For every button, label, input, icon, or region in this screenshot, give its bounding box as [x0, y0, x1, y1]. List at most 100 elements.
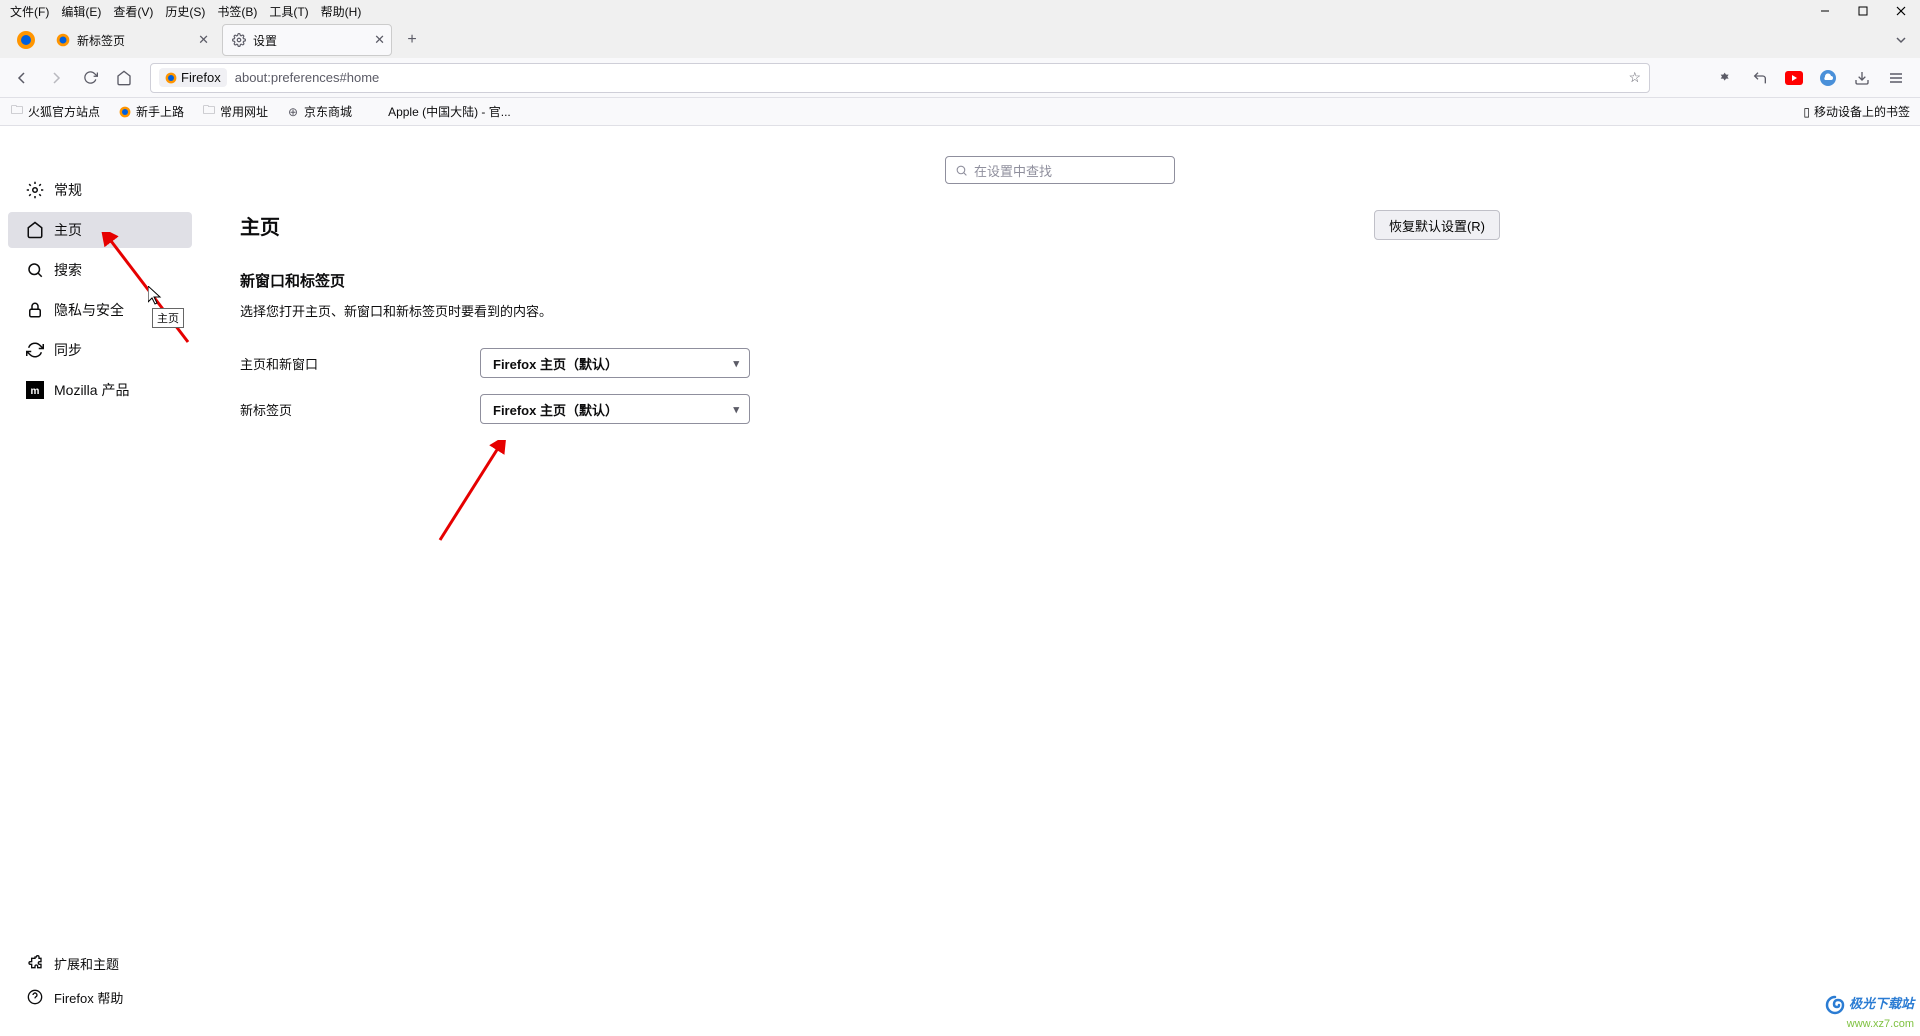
bookmark-label: Apple (中国大陆) - 官... — [388, 103, 511, 120]
undo-icon[interactable] — [1750, 68, 1770, 88]
close-icon[interactable]: ✕ — [198, 32, 209, 48]
section-description: 选择您打开主页、新窗口和新标签页时要看到的内容。 — [240, 301, 1880, 320]
gear-icon — [26, 181, 44, 199]
close-icon[interactable]: ✕ — [374, 32, 385, 48]
new-tab-button[interactable]: + — [398, 26, 426, 54]
sidebar-label: 扩展和主题 — [54, 954, 119, 973]
identity-label: Firefox — [181, 70, 221, 85]
close-button[interactable] — [1882, 0, 1920, 22]
bookmark-item[interactable]: ⊕ 京东商城 — [286, 103, 352, 120]
chevron-down-icon: ▾ — [733, 357, 739, 370]
forward-button[interactable] — [42, 64, 70, 92]
search-icon — [954, 163, 968, 177]
mobile-icon: ▯ — [1803, 105, 1810, 119]
sidebar-item-extensions[interactable]: 扩展和主题 — [8, 948, 192, 978]
watermark-title: 极光下载站 — [1849, 996, 1914, 1011]
menu-view[interactable]: 查看(V) — [107, 1, 159, 22]
bookmark-label: 常用网址 — [220, 103, 268, 120]
tab-title: 设置 — [253, 32, 277, 49]
sidebar-label: 常规 — [54, 180, 82, 200]
tab-title: 新标签页 — [77, 32, 125, 49]
menu-icon[interactable] — [1886, 68, 1906, 88]
firefox-icon — [55, 32, 71, 48]
dropdown-value: Firefox 主页（默认） — [493, 400, 618, 419]
restore-defaults-button[interactable]: 恢复默认设置(R) — [1374, 210, 1500, 240]
bookmark-star-icon[interactable]: ☆ — [1628, 69, 1641, 86]
homepage-label: 主页和新窗口 — [240, 354, 480, 373]
bookmarks-toolbar: 🗀火狐官方站点 新手上路 🗀 常用网址 ⊕ 京东商城 Apple (中国大陆) - … — [0, 98, 1920, 126]
gear-icon — [231, 32, 247, 48]
newtab-dropdown[interactable]: Firefox 主页（默认）▾ — [480, 394, 750, 424]
watermark-url: www.xz7.com — [1847, 1018, 1914, 1030]
help-icon — [26, 988, 44, 1006]
bookmark-item[interactable]: Apple (中国大陆) - 官... — [370, 103, 511, 120]
window-controls — [1806, 0, 1920, 22]
mobile-bookmarks[interactable]: ▯移动设备上的书签 — [1803, 103, 1910, 120]
firefox-logo-icon[interactable] — [14, 28, 38, 52]
sidebar-item-help[interactable]: Firefox 帮助 — [8, 982, 192, 1012]
content: 常规 主页 搜索 隐私与安全 同步 m Mozilla 产品 扩展和主题 Fire… — [0, 126, 1920, 1036]
homepage-dropdown[interactable]: Firefox 主页（默认） ▾ — [480, 348, 750, 378]
firefox-icon — [118, 105, 132, 119]
folder-icon: 🗀 — [202, 105, 216, 119]
bookmark-item[interactable]: 🗀火狐官方站点 — [10, 103, 100, 120]
tabbar: 新标签页 ✕ 设置 ✕ + — [0, 22, 1920, 58]
dropdown-value: Firefox 主页（默认） — [493, 354, 618, 373]
sidebar-item-sync[interactable]: 同步 — [8, 332, 192, 368]
sidebar-item-mozilla[interactable]: m Mozilla 产品 — [8, 372, 192, 408]
swirl-icon — [1825, 995, 1845, 1015]
sidebar-label: 主页 — [54, 220, 82, 240]
sidebar-item-home[interactable]: 主页 — [8, 212, 192, 248]
tab-settings[interactable]: 设置 ✕ — [222, 24, 392, 56]
navbar: Firefox about:preferences#home ☆ — [0, 58, 1920, 98]
sidebar-item-search[interactable]: 搜索 — [8, 252, 192, 288]
tooltip: 主页 — [152, 308, 184, 328]
lock-icon — [26, 301, 44, 319]
sidebar-label: Mozilla 产品 — [54, 380, 129, 400]
globe-icon: ⊕ — [286, 105, 300, 119]
save-icon[interactable] — [1852, 68, 1872, 88]
bookmark-label: 京东商城 — [304, 103, 352, 120]
menu-help[interactable]: 帮助(H) — [315, 1, 368, 22]
home-button[interactable] — [110, 64, 138, 92]
mozilla-icon: m — [26, 381, 44, 399]
bookmark-item[interactable]: 新手上路 — [118, 103, 184, 120]
page-title: 主页 — [240, 211, 280, 240]
sidebar-item-general[interactable]: 常规 — [8, 172, 192, 208]
menu-history[interactable]: 历史(S) — [159, 1, 211, 22]
urlbar[interactable]: Firefox about:preferences#home ☆ — [150, 63, 1650, 93]
identity-box[interactable]: Firefox — [159, 68, 227, 87]
back-button[interactable] — [8, 64, 36, 92]
menu-file[interactable]: 文件(F) — [4, 1, 55, 22]
menu-bookmarks[interactable]: 书签(B) — [211, 1, 263, 22]
settings-search-input[interactable]: 在设置中查找 — [945, 156, 1175, 184]
main: 在设置中查找 主页 恢复默认设置(R) 新窗口和标签页 选择您打开主页、新窗口和… — [200, 126, 1920, 1036]
search-icon — [26, 261, 44, 279]
extension-icon[interactable] — [1716, 68, 1736, 88]
sidebar-label: 同步 — [54, 340, 82, 360]
puzzle-icon — [26, 954, 44, 972]
bookmark-item[interactable]: 🗀 常用网址 — [202, 103, 268, 120]
url-text: about:preferences#home — [235, 70, 380, 85]
sidebar-label: Firefox 帮助 — [54, 988, 123, 1007]
toolbar-right — [1716, 68, 1912, 88]
minimize-button[interactable] — [1806, 0, 1844, 22]
youtube-icon[interactable] — [1784, 68, 1804, 88]
menu-edit[interactable]: 编辑(E) — [55, 1, 107, 22]
maximize-button[interactable] — [1844, 0, 1882, 22]
sidebar-label: 搜索 — [54, 260, 82, 280]
home-icon — [26, 221, 44, 239]
sidebar-label: 隐私与安全 — [54, 300, 124, 320]
reload-button[interactable] — [76, 64, 104, 92]
search-placeholder: 在设置中查找 — [974, 161, 1052, 180]
watermark: 极光下载站 www.xz7.com — [1825, 993, 1914, 1030]
all-tabs-button[interactable] — [1894, 33, 1908, 47]
apple-icon — [370, 105, 384, 119]
tab-newtab[interactable]: 新标签页 ✕ — [46, 24, 216, 56]
sidebar-footer: 扩展和主题 Firefox 帮助 — [0, 948, 200, 1016]
cloud-icon[interactable] — [1818, 68, 1838, 88]
menu-tools[interactable]: 工具(T) — [263, 1, 314, 22]
section-title: 新窗口和标签页 — [240, 270, 1880, 291]
menubar: 文件(F) 编辑(E) 查看(V) 历史(S) 书签(B) 工具(T) 帮助(H… — [0, 0, 1920, 22]
bookmark-label: 火狐官方站点 — [28, 103, 100, 120]
